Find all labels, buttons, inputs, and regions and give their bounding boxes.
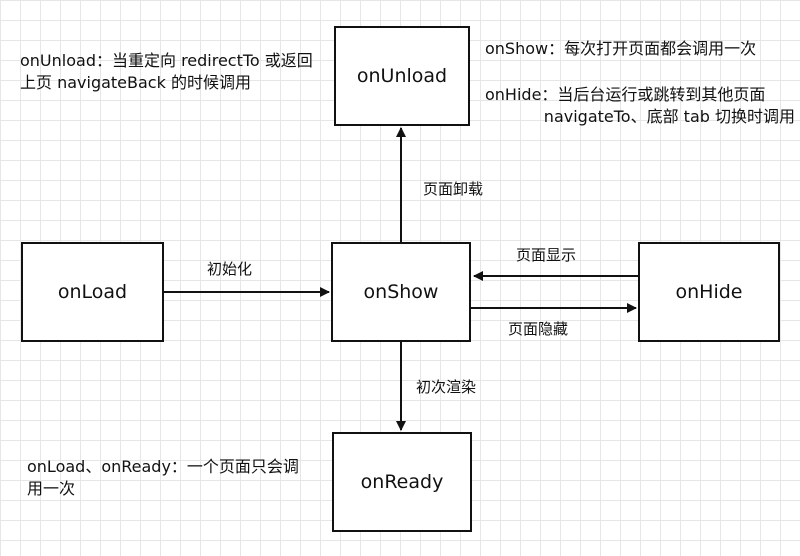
- onhide-note-line2: navigateTo、底部 tab 切换时调用: [543, 107, 795, 126]
- onhide-note: onHide：当后台运行或跳转到其他页面 navigateTo、底部 tab 切…: [485, 84, 795, 128]
- edge-label-first-render: 初次渲染: [416, 378, 477, 396]
- onhide-note-line1: onHide：当后台运行或跳转到其他页面: [485, 85, 766, 104]
- edge-label-init: 初始化: [207, 260, 253, 278]
- onload-node: onLoad: [21, 242, 164, 342]
- edge-label-show: 页面显示: [516, 246, 577, 264]
- edge-label-unload: 页面卸载: [423, 180, 484, 198]
- onunload-node: onUnload: [334, 26, 470, 126]
- onready-node: onReady: [332, 432, 472, 532]
- onload-ready-note: onLoad、onReady：一个页面只会调用一次: [27, 456, 307, 500]
- onshow-node: onShow: [331, 242, 471, 342]
- onhide-node: onHide: [638, 242, 780, 342]
- onload-ready-note-text: onLoad、onReady：一个页面只会调用一次: [27, 457, 299, 498]
- onunload-note-text: onUnload：当重定向 redirectTo 或返回上页 navigateB…: [20, 51, 313, 92]
- onunload-note: onUnload：当重定向 redirectTo 或返回上页 navigateB…: [20, 50, 320, 94]
- onshow-note-text: onShow：每次打开页面都会调用一次: [485, 39, 757, 58]
- onshow-note: onShow：每次打开页面都会调用一次: [485, 38, 795, 60]
- edge-label-hide: 页面隐藏: [508, 320, 569, 338]
